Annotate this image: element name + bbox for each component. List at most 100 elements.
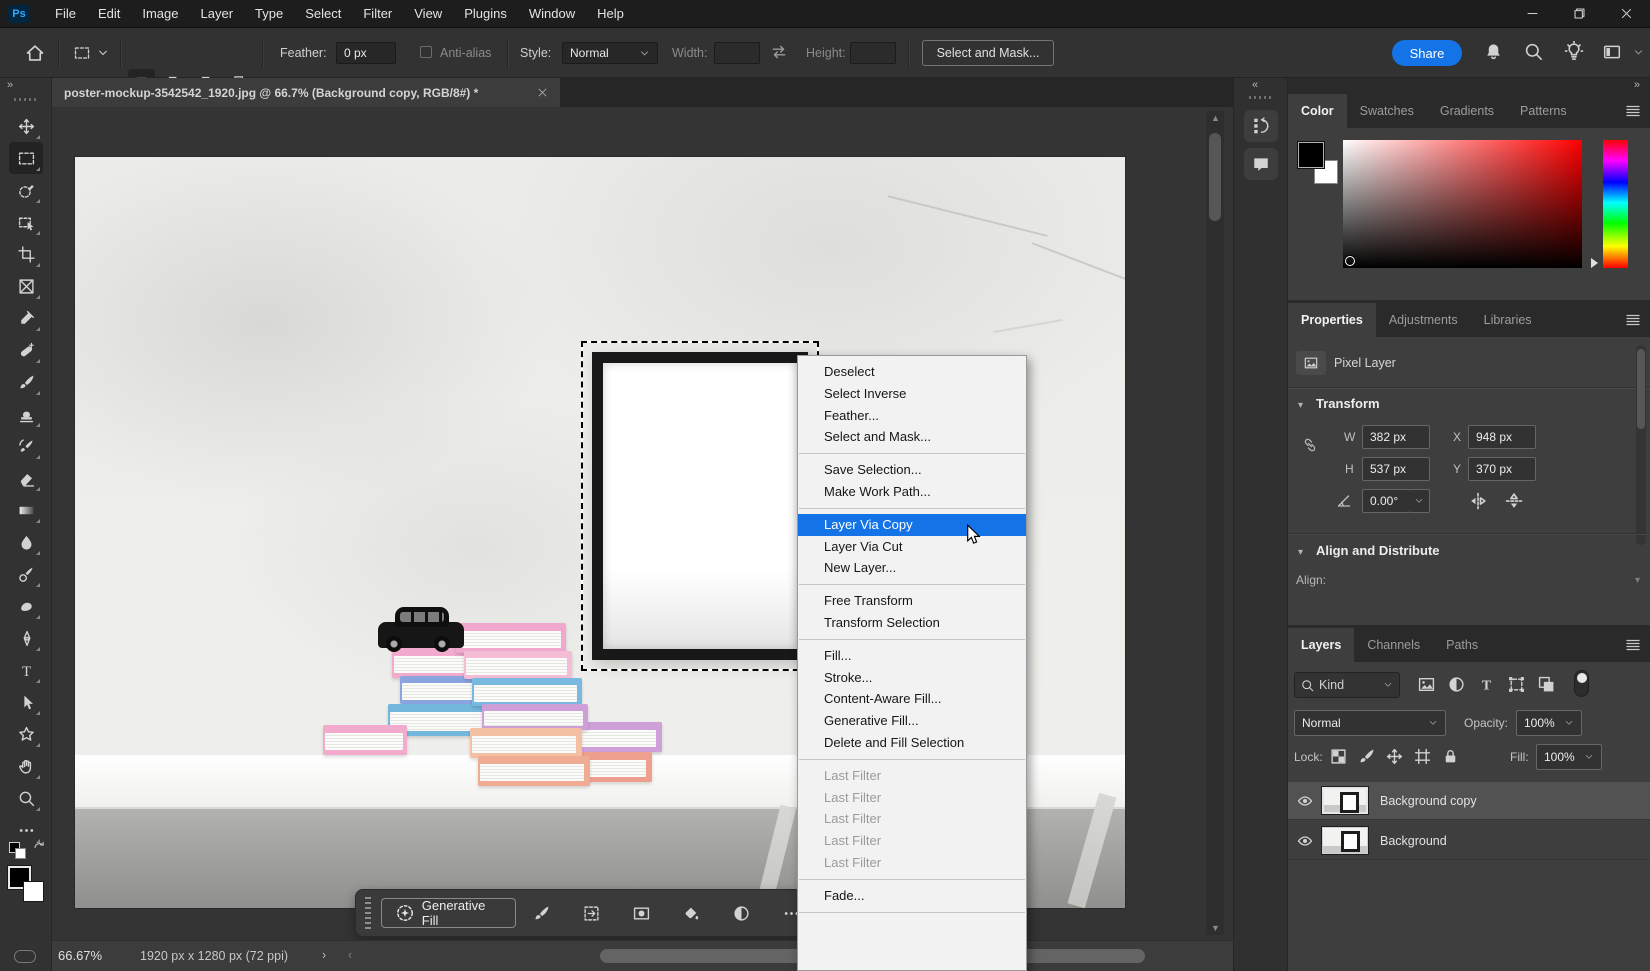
layer-row-background[interactable]: Background <box>1288 822 1650 860</box>
filter-shape-layers-icon[interactable] <box>1508 676 1525 693</box>
hue-slider-pointer[interactable] <box>1591 258 1598 268</box>
vertical-scrollbar[interactable]: ▲ ▼ <box>1206 111 1224 935</box>
eraser-tool[interactable] <box>9 462 43 494</box>
properties-scrollbar-thumb[interactable] <box>1637 349 1645 429</box>
document-tab[interactable]: poster-mockup-3542542_1920.jpg @ 66.7% (… <box>52 78 560 107</box>
discover-bulb-icon[interactable] <box>1564 41 1584 61</box>
collapse-panels-chevron[interactable]: « <box>1252 79 1258 91</box>
menu-edit[interactable]: Edit <box>87 0 131 28</box>
tab-adjust-ments[interactable]: Adjustments <box>1376 303 1471 337</box>
workspace-chevron-icon[interactable] <box>1633 47 1644 58</box>
menu-type[interactable]: Type <box>244 0 294 28</box>
align-collapse-chevron[interactable]: ▾ <box>1298 547 1303 558</box>
clone-stamp-tool[interactable] <box>9 398 43 430</box>
filter-adjustment-layers-icon[interactable] <box>1448 676 1465 693</box>
close-window-button[interactable] <box>1603 0 1650 28</box>
menu-image[interactable]: Image <box>131 0 189 28</box>
scroll-left-arrow[interactable]: ‹ <box>348 948 352 962</box>
custom-shape-tool[interactable] <box>9 718 43 750</box>
menu-help[interactable]: Help <box>586 0 635 28</box>
comments-panel-button[interactable] <box>1244 148 1278 180</box>
layer-thumbnail[interactable] <box>1322 787 1368 814</box>
width-value-input[interactable]: 382 px <box>1362 425 1430 449</box>
feather-input[interactable]: 0 px <box>336 42 396 64</box>
menu-item-make-work-path[interactable]: Make Work Path... <box>798 481 1026 503</box>
tab-channels[interactable]: Channels <box>1354 628 1433 662</box>
zoom-tool[interactable] <box>9 782 43 814</box>
menu-item-deselect[interactable]: Deselect <box>798 361 1026 383</box>
taskbar-grip[interactable] <box>361 897 375 929</box>
menu-plugins[interactable]: Plugins <box>453 0 518 28</box>
brush-tool[interactable] <box>9 366 43 398</box>
menu-item-generative-fill[interactable]: Generative Fill... <box>798 710 1026 732</box>
height-input[interactable] <box>850 42 896 64</box>
menu-item-layer-via-copy[interactable]: Layer Via Copy <box>798 514 1026 536</box>
menu-item-select-inverse[interactable]: Select Inverse <box>798 383 1026 405</box>
tab-patterns[interactable]: Patterns <box>1507 94 1580 128</box>
menu-item-last-filter[interactable]: Last Filter <box>798 830 1026 852</box>
create-mask-button[interactable] <box>630 902 652 924</box>
status-expand-chevron[interactable]: › <box>322 948 326 962</box>
version-history-panel-button[interactable] <box>1244 110 1278 142</box>
home-icon[interactable] <box>25 43 45 63</box>
menu-select[interactable]: Select <box>294 0 352 28</box>
menu-item-last-filter[interactable]: Last Filter <box>798 808 1026 830</box>
flip-horizontal-icon[interactable] <box>1468 491 1488 511</box>
menu-item-content-aware-fill[interactable]: Content-Aware Fill... <box>798 688 1026 710</box>
menu-file[interactable]: File <box>44 0 87 28</box>
layer-row-background-copy[interactable]: Background copy <box>1288 782 1650 820</box>
filter-smart-objects-icon[interactable] <box>1538 676 1555 693</box>
blur-tool[interactable] <box>9 526 43 558</box>
color-saturation-field[interactable] <box>1343 140 1582 268</box>
minimize-button[interactable] <box>1509 0 1556 28</box>
layer-thumbnail[interactable] <box>1322 827 1368 854</box>
selection-brush-button[interactable] <box>530 902 552 924</box>
object-selection-tool[interactable] <box>9 206 43 238</box>
dock-grip[interactable] <box>1249 96 1273 99</box>
tab-properties[interactable]: Properties <box>1288 303 1376 337</box>
x-value-input[interactable]: 948 px <box>1468 425 1536 449</box>
layer-visibility-toggle[interactable] <box>1288 793 1322 809</box>
menu-item-save-selection[interactable]: Save Selection... <box>798 459 1026 481</box>
swap-colors-icon[interactable] <box>32 840 46 854</box>
tool-preset-chevron-icon[interactable] <box>97 47 109 59</box>
menu-view[interactable]: View <box>403 0 453 28</box>
layers-panel-menu-icon[interactable] <box>1624 637 1642 653</box>
tab-layers[interactable]: Layers <box>1288 628 1354 662</box>
gradient-tool[interactable] <box>9 494 43 526</box>
vertical-scrollbar-thumb[interactable] <box>1209 133 1221 221</box>
move-tool[interactable] <box>9 110 43 142</box>
swap-width-height-icon[interactable] <box>770 43 788 61</box>
expand-panels-chevron[interactable]: » <box>1634 79 1640 91</box>
menu-item-delete-and-fill-selection[interactable]: Delete and Fill Selection <box>798 732 1026 754</box>
width-input[interactable] <box>714 42 760 64</box>
smudge-tool[interactable] <box>9 590 43 622</box>
color-panel-foreground-swatch[interactable] <box>1298 142 1324 168</box>
antialias-checkbox[interactable] <box>420 46 432 58</box>
angle-input[interactable]: 0.00° <box>1362 489 1410 513</box>
tool-preset-marquee-icon[interactable] <box>74 45 90 61</box>
height-value-input[interactable]: 537 px <box>1362 457 1430 481</box>
transform-collapse-chevron[interactable]: ▾ <box>1298 400 1303 411</box>
style-dropdown[interactable]: Normal <box>562 42 658 64</box>
search-icon[interactable] <box>1524 42 1543 61</box>
lock-position-icon[interactable] <box>1386 748 1403 765</box>
crop-tool[interactable] <box>9 238 43 270</box>
y-value-input[interactable]: 370 px <box>1468 457 1536 481</box>
tab-libraries[interactable]: Libraries <box>1471 303 1545 337</box>
mixer-brush-tool[interactable] <box>9 558 43 590</box>
menu-item-new-layer[interactable]: New Layer... <box>798 557 1026 579</box>
fill-selection-button[interactable] <box>680 902 702 924</box>
color-panel-menu-icon[interactable] <box>1624 103 1642 119</box>
restore-button[interactable] <box>1556 0 1603 28</box>
background-color-swatch[interactable] <box>23 881 44 902</box>
menu-window[interactable]: Window <box>518 0 586 28</box>
layer-visibility-toggle[interactable] <box>1288 833 1322 849</box>
share-button[interactable]: Share <box>1392 40 1462 66</box>
frame-tool[interactable] <box>9 270 43 302</box>
filter-type-layers-icon[interactable]: T <box>1478 676 1495 693</box>
menu-item-feather[interactable]: Feather... <box>798 405 1026 427</box>
scroll-up-arrow[interactable]: ▲ <box>1211 113 1220 123</box>
menu-item-last-filter[interactable]: Last Filter <box>798 852 1026 874</box>
menu-item-fade[interactable]: Fade... <box>798 885 1026 907</box>
